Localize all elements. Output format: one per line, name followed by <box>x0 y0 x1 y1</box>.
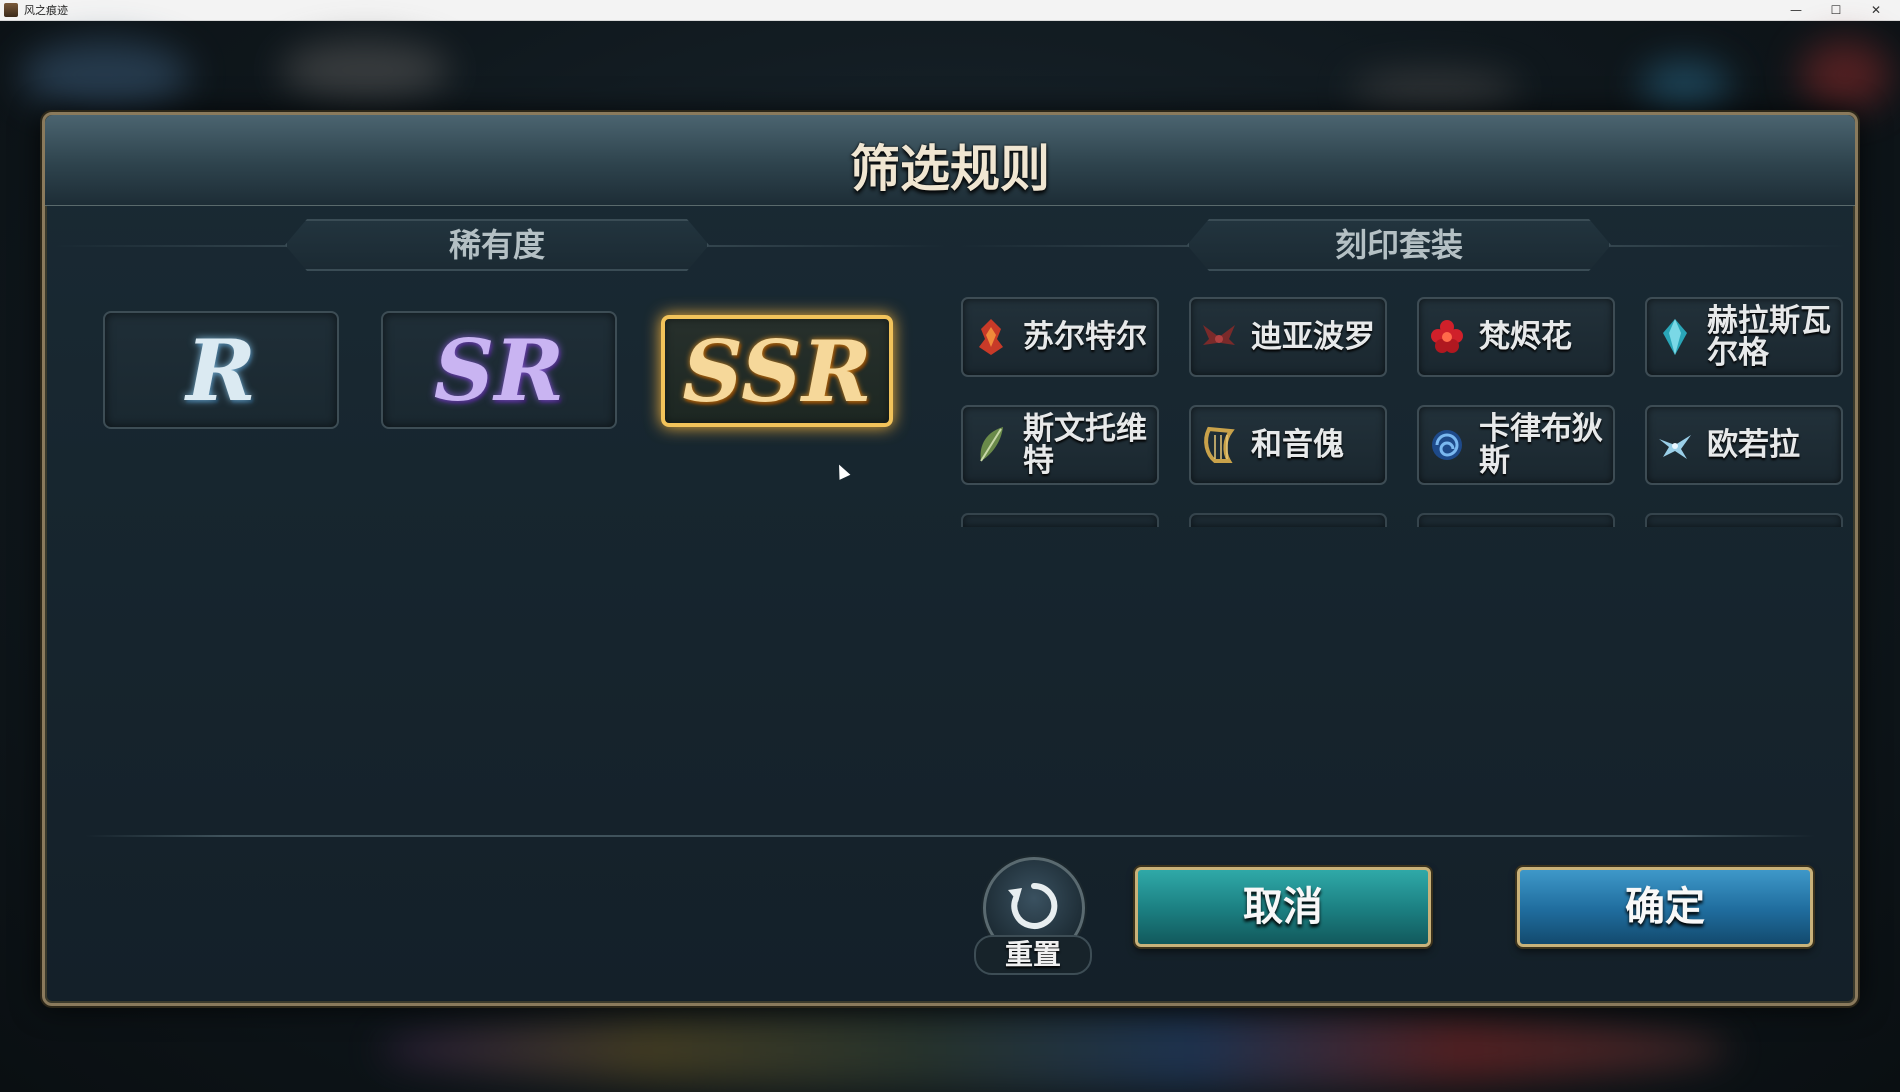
green-feather-icon <box>980 427 1003 462</box>
red-flower-icon <box>1431 320 1463 353</box>
set-button-svantovit[interactable]: 斯文托维特 <box>961 405 1159 485</box>
rarity-r-label: R <box>186 320 256 420</box>
set-label: 斯文托维特 <box>1023 411 1147 479</box>
background-blur <box>380 1010 1730 1090</box>
set-label: 苏尔特尔 <box>1023 319 1147 355</box>
maximize-button[interactable]: ☐ <box>1816 0 1856 20</box>
refresh-icon <box>1008 882 1058 929</box>
dialog-title: 筛选规则 <box>850 139 1050 198</box>
background-blur <box>1640 60 1730 110</box>
cyan-crystal-icon <box>1663 319 1687 355</box>
background-blur <box>1800 40 1890 110</box>
set-button-brahma-flower[interactable]: 梵烬花 <box>1417 297 1615 377</box>
set-label: 迪亚波罗 <box>1251 319 1375 355</box>
background-blur <box>1350 70 1520 110</box>
set-label: 欧若拉 <box>1707 427 1800 463</box>
set-label: 卡律布狄斯 <box>1479 411 1603 479</box>
blue-whirlpool-icon <box>1432 430 1462 460</box>
set-label: 赫拉斯瓦尔格 <box>1707 303 1831 371</box>
golden-harp-icon <box>1204 426 1235 463</box>
demon-wings-icon <box>1203 325 1235 345</box>
footer-divider <box>85 835 1815 837</box>
confirm-button[interactable]: 确定 <box>1517 867 1813 947</box>
background-blur <box>20 40 190 110</box>
set-button-partial[interactable] <box>1417 513 1615 527</box>
rarity-section-heading: 稀有度 <box>285 219 709 271</box>
minimize-button[interactable]: — <box>1776 0 1816 20</box>
window-titlebar: 风之痕迹 — ☐ ✕ <box>0 0 1900 21</box>
app-icon <box>4 3 18 17</box>
set-button-partial[interactable] <box>961 513 1159 527</box>
set-button-harmony-puppet[interactable]: 和音傀 <box>1189 405 1387 485</box>
imprint-section-heading: 刻印套装 <box>1187 219 1611 271</box>
set-button-diablo[interactable]: 迪亚波罗 <box>1189 297 1387 377</box>
set-button-surtr[interactable]: 苏尔特尔 <box>961 297 1159 377</box>
set-button-aurora[interactable]: 欧若拉 <box>1645 405 1843 485</box>
set-button-charybdis[interactable]: 卡律布狄斯 <box>1417 405 1615 485</box>
set-button-hraesvelgr[interactable]: 赫拉斯瓦尔格 <box>1645 297 1843 377</box>
rarity-sr-label: SR <box>433 320 565 420</box>
background-blur <box>280 40 450 100</box>
cancel-button[interactable]: 取消 <box>1135 867 1431 947</box>
red-flame-crest-icon <box>979 319 1003 355</box>
rarity-sr-button[interactable]: SR <box>381 311 617 429</box>
reset-label[interactable]: 重置 <box>974 935 1092 975</box>
rarity-ssr-label: SSR <box>682 321 872 421</box>
set-button-partial[interactable] <box>1189 513 1387 527</box>
window-title: 风之痕迹 <box>24 4 68 17</box>
close-window-button[interactable]: ✕ <box>1856 0 1896 20</box>
ice-bird-icon <box>1659 435 1691 459</box>
rarity-ssr-button[interactable]: SSR <box>661 315 893 427</box>
set-button-partial[interactable] <box>1645 513 1843 527</box>
rarity-r-button[interactable]: R <box>103 311 339 429</box>
set-label: 梵烬花 <box>1479 319 1572 355</box>
filter-dialog: 筛选规则 稀有度 刻印套装 R SR SSR 苏尔特尔 迪亚波罗 梵烬花 赫拉斯… <box>42 112 1858 1006</box>
dialog-header: 筛选规则 <box>45 115 1855 206</box>
set-label: 和音傀 <box>1251 427 1344 463</box>
